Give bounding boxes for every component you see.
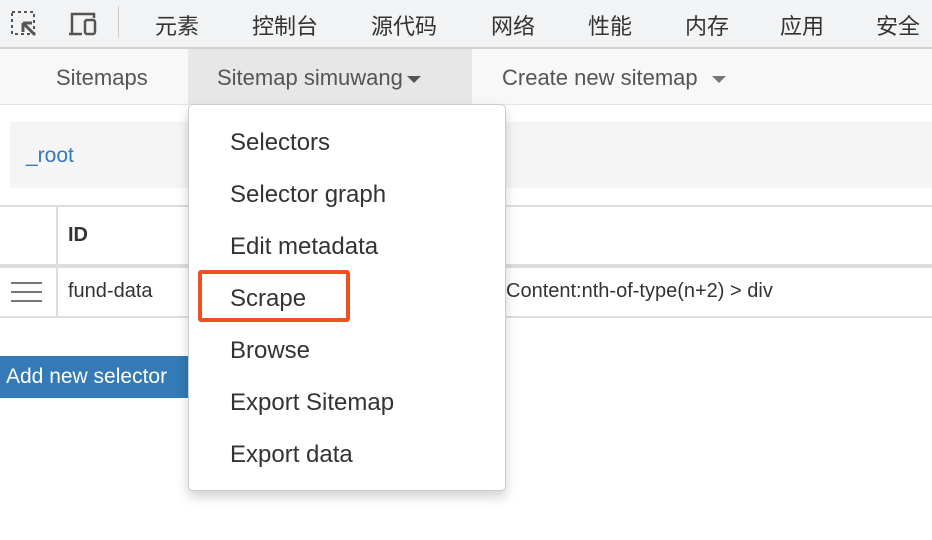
caret-down-icon bbox=[711, 75, 726, 83]
devtools-tab-sources[interactable]: 源代码 bbox=[371, 9, 437, 41]
drag-handle-icon[interactable] bbox=[11, 282, 42, 309]
caret-down-icon bbox=[406, 75, 421, 83]
devtools-tab-console[interactable]: 控制台 bbox=[252, 9, 318, 41]
devtools-tab-security[interactable]: 安全 bbox=[876, 9, 920, 41]
menu-item-browse[interactable]: Browse bbox=[230, 337, 310, 365]
row-selector: Content:nth-of-type(n+2) > div bbox=[506, 280, 773, 302]
add-new-selector-button[interactable]: Add new selector bbox=[0, 356, 200, 398]
devtools-tab-performance[interactable]: 性能 bbox=[588, 9, 632, 41]
nav-current-sitemap-label: Sitemap simuwang bbox=[217, 65, 403, 90]
devtools-tab-memory[interactable]: 内存 bbox=[685, 9, 729, 41]
breadcrumb-root[interactable]: _root bbox=[26, 144, 74, 168]
menu-item-selector-graph[interactable]: Selector graph bbox=[230, 181, 386, 209]
devtools-tab-application[interactable]: 应用 bbox=[780, 9, 824, 41]
menu-item-selectors[interactable]: Selectors bbox=[230, 129, 330, 157]
scraper-nav: Sitemaps Sitemap simuwang Create new sit… bbox=[0, 49, 932, 105]
nav-create-label: Create new sitemap bbox=[502, 65, 698, 90]
column-divider bbox=[56, 207, 58, 264]
devtools-toolbar: 元素 控制台 源代码 网络 性能 内存 应用 安全 bbox=[0, 0, 932, 49]
column-divider bbox=[56, 268, 58, 316]
nav-sitemaps[interactable]: Sitemaps bbox=[56, 49, 148, 104]
nav-create-sitemap[interactable]: Create new sitemap bbox=[502, 49, 726, 104]
device-toolbar-icon[interactable] bbox=[68, 10, 98, 38]
devtools-tab-elements[interactable]: 元素 bbox=[155, 9, 199, 41]
menu-item-export-data[interactable]: Export data bbox=[230, 441, 353, 469]
scrape-highlight-box bbox=[198, 270, 350, 322]
menu-item-export-sitemap[interactable]: Export Sitemap bbox=[230, 389, 394, 417]
devtools-tab-network[interactable]: 网络 bbox=[491, 9, 535, 41]
nav-sitemaps-label: Sitemaps bbox=[56, 65, 148, 90]
inspect-element-icon[interactable] bbox=[10, 10, 40, 38]
header-id: ID bbox=[68, 224, 88, 246]
menu-item-edit-metadata[interactable]: Edit metadata bbox=[230, 233, 378, 261]
row-id: fund-data bbox=[68, 280, 153, 302]
nav-current-sitemap[interactable]: Sitemap simuwang bbox=[188, 49, 472, 104]
toolbar-divider bbox=[118, 6, 119, 38]
